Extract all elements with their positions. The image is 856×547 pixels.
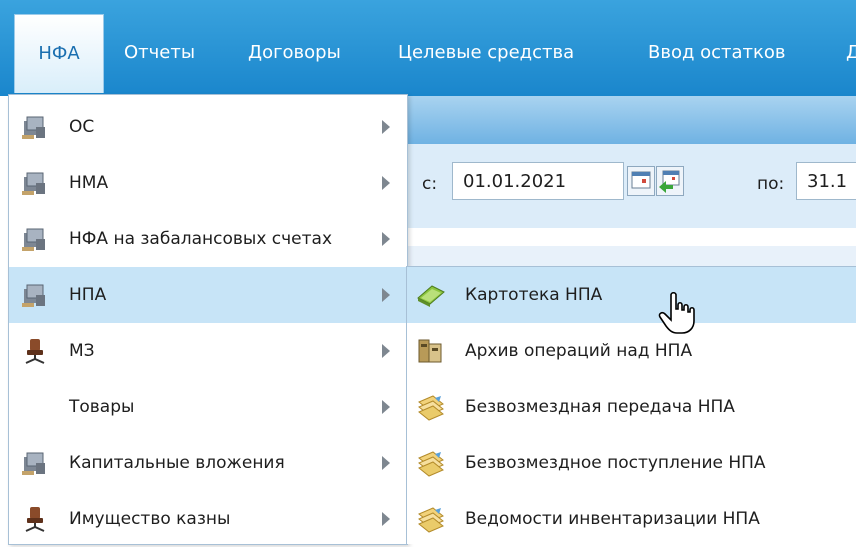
computer-icon	[22, 284, 45, 307]
npa-submenu: Картотека НПА Архив операций над НПА Без…	[406, 266, 856, 544]
menu-item-nma[interactable]: НМА	[9, 155, 407, 211]
nfa-dropdown-menu: ОС НМА НФА на забалансовых счетах НПА МЗ…	[8, 94, 408, 545]
office-chair-icon	[25, 507, 45, 532]
computer-icon	[22, 228, 45, 251]
top-menu-bar: НФА Отчеты Договоры Целевые средства Вво…	[0, 0, 856, 96]
submenu-arrow-icon	[382, 456, 390, 470]
menu-contracts-label: Договоры	[248, 42, 341, 63]
computer-icon	[22, 116, 45, 139]
menu-item-label: НФА на забалансовых счетах	[69, 229, 333, 249]
menu-item-label: НМА	[69, 173, 109, 193]
panel-header-strip	[405, 96, 856, 144]
card-file-icon	[417, 285, 445, 307]
menu-item-label: НПА	[69, 285, 107, 305]
menu-item-capital-investments[interactable]: Капитальные вложения	[9, 435, 407, 491]
menu-item-goods[interactable]: Товары	[9, 379, 407, 435]
submenu-item-label: Безвозмездное поступление НПА	[465, 453, 766, 473]
menu-more-label: Д	[846, 42, 856, 63]
filter-toolbar: с: 01.01.2021 по: 31.1	[405, 144, 856, 229]
calendar-icon	[631, 171, 651, 189]
documents-icon	[418, 395, 444, 421]
submenu-arrow-icon	[382, 176, 390, 190]
submenu-arrow-icon	[382, 288, 390, 302]
menu-balance-input-label: Ввод остатков	[648, 42, 786, 63]
menu-item-label: Капитальные вложения	[69, 453, 285, 473]
submenu-arrow-icon	[382, 512, 390, 526]
date-from-input[interactable]: 01.01.2021	[452, 162, 624, 200]
menu-item-label: МЗ	[69, 341, 95, 361]
submenu-arrow-icon	[382, 232, 390, 246]
submenu-item-npa-inventory-sheets[interactable]: Ведомости инвентаризации НПА	[407, 491, 856, 547]
menu-more[interactable]: Д	[846, 24, 856, 82]
submenu-arrow-icon	[382, 400, 390, 414]
menu-item-label: Товары	[69, 397, 135, 417]
documents-icon	[418, 507, 444, 533]
submenu-item-label: Ведомости инвентаризации НПА	[465, 509, 760, 529]
submenu-item-label: Безвозмездная передача НПА	[465, 397, 735, 417]
menu-item-label: Имущество казны	[69, 509, 231, 529]
documents-icon	[418, 451, 444, 477]
menu-target-funds[interactable]: Целевые средства	[398, 24, 574, 82]
submenu-item-npa-card-file[interactable]: Картотека НПА	[407, 267, 856, 323]
submenu-arrow-icon	[382, 120, 390, 134]
menu-item-label: ОС	[69, 117, 95, 137]
menu-item-npa[interactable]: НПА	[9, 267, 407, 323]
menu-item-mz[interactable]: МЗ	[9, 323, 407, 379]
menu-contracts[interactable]: Договоры	[248, 24, 341, 82]
date-to-input[interactable]: 31.1	[796, 162, 856, 200]
to-label: по:	[757, 174, 785, 194]
calendar-button[interactable]	[627, 166, 655, 196]
menu-target-funds-label: Целевые средства	[398, 42, 575, 63]
menu-balance-input[interactable]: Ввод остатков	[648, 24, 786, 82]
menu-reports[interactable]: Отчеты	[124, 24, 195, 82]
archive-icon	[418, 339, 442, 363]
menu-nfa-label: НФА	[38, 43, 80, 64]
menu-item-treasury-property[interactable]: Имущество казны	[9, 491, 407, 547]
clear-date-button[interactable]	[656, 166, 684, 196]
menu-reports-label: Отчеты	[124, 42, 196, 63]
menu-item-os[interactable]: ОС	[9, 99, 407, 155]
from-label: с:	[422, 174, 438, 194]
submenu-item-npa-operations-archive[interactable]: Архив операций над НПА	[407, 323, 856, 379]
menu-item-nfa-offbalance[interactable]: НФА на забалансовых счетах	[9, 211, 407, 267]
submenu-arrow-icon	[382, 344, 390, 358]
submenu-item-npa-free-receipt[interactable]: Безвозмездное поступление НПА	[407, 435, 856, 491]
submenu-item-label: Картотека НПА	[465, 285, 603, 305]
submenu-item-npa-free-transfer[interactable]: Безвозмездная передача НПА	[407, 379, 856, 435]
computer-icon	[22, 452, 45, 475]
hand-cursor-icon	[658, 291, 695, 334]
menu-nfa[interactable]: НФА	[14, 14, 104, 93]
calendar-arrow-icon	[659, 170, 680, 193]
computer-icon	[22, 172, 45, 195]
office-chair-icon	[25, 339, 45, 364]
